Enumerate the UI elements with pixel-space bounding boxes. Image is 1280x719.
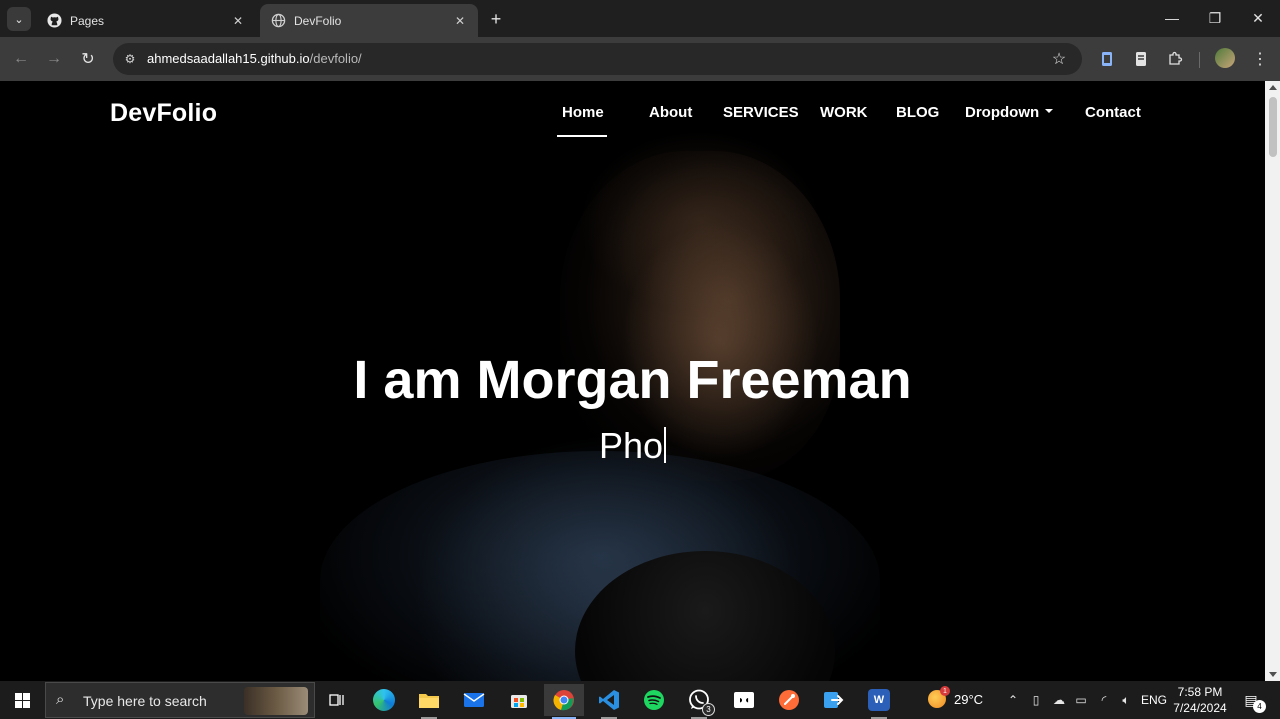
clock-date: 7/24/2024	[1173, 701, 1227, 715]
search-highlight-image	[244, 687, 308, 715]
address-bar[interactable]: ⚙ ahmedsaadallah15.github.io/devfolio/ ☆	[113, 43, 1082, 75]
clock[interactable]: 7:58 PM 7/24/2024	[1170, 684, 1230, 716]
battery-icon[interactable]: ▭	[1071, 691, 1091, 709]
windows-taskbar: ⌕ Type here to search 3 ◗◖ W 1 29°C ⌃ ▯ …	[0, 681, 1280, 719]
spotify-icon[interactable]	[634, 684, 674, 716]
start-button[interactable]	[0, 681, 44, 719]
postman-icon[interactable]	[769, 684, 809, 716]
forward-icon[interactable]: →	[42, 47, 66, 71]
notification-icon[interactable]: ▤ 4	[1240, 690, 1266, 713]
url-text[interactable]: ahmedsaadallah15.github.io/devfolio/	[147, 51, 362, 66]
language-indicator[interactable]: ENG	[1141, 693, 1167, 707]
vscode-icon[interactable]	[589, 684, 629, 719]
taskbar-search[interactable]: ⌕ Type here to search	[45, 682, 315, 718]
store-icon[interactable]	[499, 684, 539, 716]
caret-down-icon	[1045, 109, 1054, 114]
scroll-down-icon[interactable]	[1269, 672, 1277, 677]
weather-sun-icon: 1	[928, 686, 950, 708]
nav-dropdown-label: Dropdown	[965, 104, 1040, 121]
restore-icon[interactable]: ❐	[1195, 6, 1235, 30]
close-icon[interactable]: ✕	[452, 13, 468, 29]
volume-icon[interactable]: 🔈︎	[1116, 691, 1136, 709]
tab-pages[interactable]: Pages ✕	[36, 4, 256, 37]
weather-badge: 1	[940, 686, 950, 696]
browser-tabstrip: ⌄ Pages ✕ DevFolio ✕ + — ❐ ✕	[0, 0, 1280, 37]
wifi-icon[interactable]: ◜	[1094, 691, 1114, 709]
toolbar-divider	[1199, 52, 1200, 68]
nav-about[interactable]: About	[649, 104, 692, 121]
hero-title: I am Morgan Freeman	[353, 350, 912, 410]
close-icon[interactable]: ✕	[230, 13, 246, 29]
extension-icon[interactable]	[1096, 48, 1118, 70]
nav-services[interactable]: SERVICES	[723, 104, 799, 121]
typing-cursor	[664, 427, 667, 463]
reload-icon[interactable]: ↻	[76, 47, 100, 71]
globe-icon	[270, 13, 286, 29]
meet-now-icon[interactable]: ▯	[1026, 691, 1046, 709]
chevron-up-icon[interactable]: ⌃	[1003, 691, 1023, 709]
nav-active-indicator	[557, 135, 607, 137]
tab-search-button[interactable]: ⌄	[7, 7, 31, 31]
reader-extension-icon[interactable]	[1130, 48, 1152, 70]
tab-title: DevFolio	[294, 13, 342, 28]
tab-title: Pages	[70, 13, 105, 28]
site-info-icon[interactable]: ⚙	[120, 49, 140, 69]
scroll-up-icon[interactable]	[1269, 85, 1277, 90]
dolby-icon[interactable]: ◗◖	[724, 684, 764, 716]
page-scrollbar[interactable]	[1265, 81, 1280, 681]
browser-toolbar: ← → ↻ ⚙ ahmedsaadallah15.github.io/devfo…	[0, 37, 1280, 81]
nav-work[interactable]: WORK	[820, 104, 868, 121]
nav-blog[interactable]: BLOG	[896, 104, 939, 121]
word-icon[interactable]: W	[859, 684, 899, 719]
share-icon[interactable]	[814, 684, 854, 716]
new-tab-button[interactable]: +	[484, 8, 508, 30]
folder-icon[interactable]	[409, 684, 449, 719]
github-icon	[46, 13, 62, 29]
tab-devfolio[interactable]: DevFolio ✕	[260, 4, 478, 37]
weather-temp: 29°C	[954, 691, 984, 707]
close-window-icon[interactable]: ✕	[1238, 6, 1278, 30]
weather-widget[interactable]: 1 29°C	[928, 686, 984, 708]
bookmark-star-icon[interactable]: ☆	[1048, 48, 1070, 70]
whatsapp-badge: 3	[702, 703, 715, 716]
nav-dropdown[interactable]: Dropdown	[965, 104, 1054, 121]
page-viewport: DevFolio Home About SERVICES WORK BLOG D…	[0, 81, 1265, 681]
typed-text: Pho	[598, 425, 664, 466]
search-placeholder: Type here to search	[83, 693, 207, 709]
site-brand-logo[interactable]: DevFolio	[110, 99, 217, 128]
hero-typed-text: Pho	[0, 425, 1265, 467]
nav-contact[interactable]: Contact	[1085, 104, 1141, 121]
mail-icon[interactable]	[454, 684, 494, 716]
clock-time: 7:58 PM	[1177, 685, 1223, 699]
profile-avatar[interactable]	[1215, 48, 1235, 68]
edge-icon[interactable]	[364, 684, 404, 716]
chrome-icon[interactable]	[544, 684, 584, 719]
minimize-icon[interactable]: —	[1152, 6, 1192, 30]
windows-logo-icon	[14, 692, 30, 708]
more-menu-icon[interactable]: ⋮	[1251, 48, 1269, 70]
back-icon[interactable]: ←	[9, 47, 33, 71]
task-view-icon[interactable]	[317, 684, 357, 716]
scrollbar-thumb[interactable]	[1269, 97, 1277, 157]
puzzle-extensions-icon[interactable]	[1164, 48, 1186, 70]
whatsapp-icon[interactable]: 3	[679, 684, 719, 719]
nav-home[interactable]: Home	[562, 104, 604, 121]
notification-count: 4	[1253, 700, 1266, 713]
onedrive-icon[interactable]: ☁	[1049, 691, 1069, 709]
search-icon: ⌕	[56, 691, 65, 708]
